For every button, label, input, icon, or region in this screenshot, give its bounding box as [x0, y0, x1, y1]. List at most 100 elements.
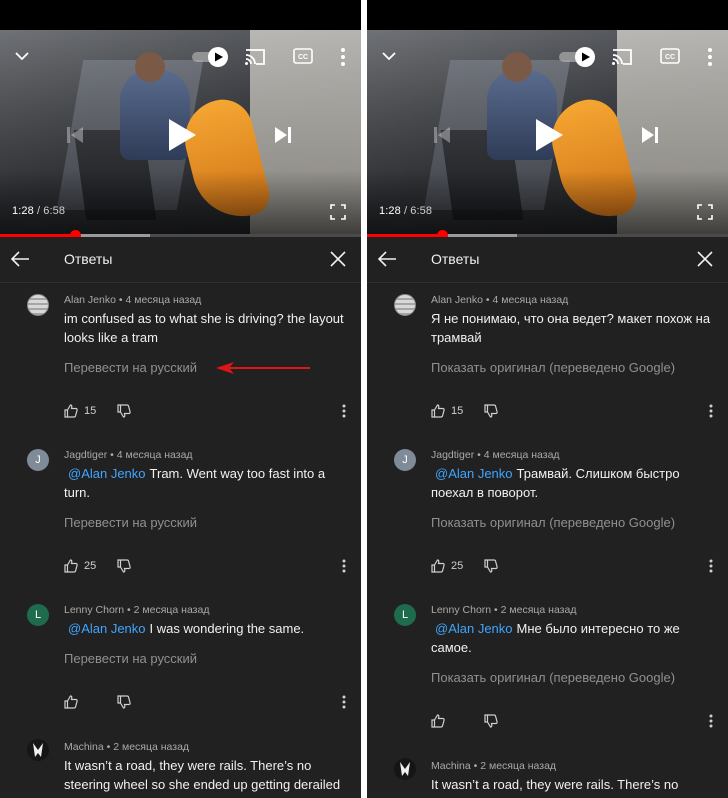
back-arrow-icon[interactable]	[10, 250, 30, 268]
time-duration: 6:58	[43, 205, 66, 217]
mention-link[interactable]: @Alan Jenko	[435, 621, 513, 636]
avatar[interactable]: L	[394, 604, 416, 626]
comment-author[interactable]: Alan Jenko	[431, 294, 483, 306]
comment-menu-icon[interactable]	[340, 404, 348, 418]
mention-link[interactable]: @Alan Jenko	[68, 621, 146, 636]
replies-title: Ответы	[431, 251, 480, 267]
comment-menu-icon[interactable]	[340, 695, 348, 709]
translate-link[interactable]: Перевести на русский	[64, 360, 197, 375]
thumbs-down-icon[interactable]	[117, 559, 131, 573]
comment-author[interactable]: Alan Jenko	[64, 294, 116, 306]
like-count: 15	[84, 405, 97, 417]
comment-meta: Machina • 2 месяца назад	[431, 760, 557, 772]
like-count: 25	[451, 560, 464, 572]
comment-author[interactable]: Lenny Chorn	[64, 604, 124, 616]
chevron-down-icon[interactable]	[14, 48, 30, 64]
thumbs-down-icon[interactable]	[117, 404, 131, 418]
comment-author[interactable]: Machina	[431, 760, 471, 772]
close-icon[interactable]	[696, 250, 714, 268]
avatar[interactable]	[394, 758, 416, 780]
comment-age: 2 месяца назад	[480, 760, 557, 772]
previous-icon[interactable]	[431, 124, 453, 146]
time-current: 1:28	[12, 205, 34, 217]
translate-link[interactable]: Перевести на русский	[64, 515, 197, 530]
thumbs-up-icon[interactable]	[64, 404, 78, 418]
autoplay-toggle-icon[interactable]	[559, 46, 597, 68]
show-original-link[interactable]: Показать оригинал (переведено Google)	[431, 360, 675, 375]
thumbs-up-icon[interactable]	[64, 695, 78, 709]
comment-meta: Machina • 2 месяца назад	[64, 741, 190, 753]
close-icon[interactable]	[329, 250, 347, 268]
thumbs-down-icon[interactable]	[117, 695, 131, 709]
comment-author[interactable]: Lenny Chorn	[431, 604, 491, 616]
thumbs-up-icon[interactable]	[431, 559, 445, 573]
next-icon[interactable]	[272, 124, 294, 146]
autoplay-toggle-icon[interactable]	[192, 46, 230, 68]
comment-meta: Jagdtiger • 4 месяца назад	[64, 449, 193, 461]
captions-icon[interactable]: CC	[660, 48, 680, 64]
more-vert-icon[interactable]	[336, 47, 350, 67]
avatar[interactable]	[27, 739, 49, 761]
comment-text: @Alan Jenko Мне было интересно то же само…	[431, 619, 716, 657]
comment-author[interactable]: Machina	[64, 741, 104, 753]
previous-icon[interactable]	[64, 124, 86, 146]
comment-author[interactable]: Jagdtiger	[431, 449, 474, 461]
cast-icon[interactable]	[611, 47, 633, 67]
comment-meta: Alan Jenko • 4 месяца назад	[64, 294, 202, 306]
chevron-down-icon[interactable]	[381, 48, 397, 64]
comment-text: It wasn’t a road, they were rails. There…	[431, 777, 679, 792]
status-bar	[367, 0, 728, 30]
next-icon[interactable]	[639, 124, 661, 146]
fullscreen-icon[interactable]	[330, 204, 346, 220]
time-current: 1:28	[379, 205, 401, 217]
avatar[interactable]	[27, 294, 49, 316]
show-original-link[interactable]: Показать оригинал (переведено Google)	[431, 670, 675, 685]
like-count: 15	[451, 405, 464, 417]
avatar[interactable]: L	[27, 604, 49, 626]
time-display: 1:28 / 6:58	[379, 205, 432, 217]
play-icon[interactable]	[533, 117, 565, 153]
time-duration: 6:58	[410, 205, 433, 217]
play-icon[interactable]	[166, 117, 198, 153]
avatar[interactable]	[394, 294, 416, 316]
thumbs-down-icon[interactable]	[484, 559, 498, 573]
comment-age: 4 месяца назад	[483, 449, 560, 461]
comment-age: 4 месяца назад	[492, 294, 569, 306]
thumbs-up-icon[interactable]	[431, 714, 445, 728]
annotation-arrow-icon	[216, 362, 310, 374]
screenshot-left: CC 1:28 / 6:58 Ответы Alan Jenko • 4 мес…	[0, 0, 361, 798]
comment-author[interactable]: Jagdtiger	[64, 449, 107, 461]
thumbs-down-icon[interactable]	[484, 404, 498, 418]
comment-age: 2 месяца назад	[113, 741, 190, 753]
back-arrow-icon[interactable]	[377, 250, 397, 268]
time-separator: /	[400, 205, 411, 217]
like-count: 25	[84, 560, 97, 572]
comment-meta: Lenny Chorn • 2 месяца назад	[64, 604, 210, 616]
machina-avatar-icon	[33, 743, 43, 757]
fullscreen-icon[interactable]	[697, 204, 713, 220]
cast-icon[interactable]	[244, 47, 266, 67]
comment-menu-icon[interactable]	[707, 559, 715, 573]
comment-menu-icon[interactable]	[340, 559, 348, 573]
video-player[interactable]: CC 1:28 / 6:58	[367, 0, 728, 236]
comment-menu-icon[interactable]	[707, 714, 715, 728]
mention-link[interactable]: @Alan Jenko	[435, 466, 513, 481]
avatar[interactable]: J	[394, 449, 416, 471]
comment-age: 4 месяца назад	[125, 294, 202, 306]
avatar[interactable]: J	[27, 449, 49, 471]
more-vert-icon[interactable]	[703, 47, 717, 67]
comment-menu-icon[interactable]	[707, 404, 715, 418]
captions-icon[interactable]: CC	[293, 48, 313, 64]
mention-link[interactable]: @Alan Jenko	[68, 466, 146, 481]
comment-text-content: I was wondering the same.	[149, 621, 305, 636]
show-original-link[interactable]: Показать оригинал (переведено Google)	[431, 515, 675, 530]
thumbs-down-icon[interactable]	[484, 714, 498, 728]
thumbs-up-icon[interactable]	[64, 559, 78, 573]
comment-text: @Alan Jenko Трамвай. Слишком быстро поеха…	[431, 464, 716, 502]
translate-link[interactable]: Перевести на русский	[64, 651, 197, 666]
thumbs-up-icon[interactable]	[431, 404, 445, 418]
svg-text:CC: CC	[298, 54, 308, 61]
comment-text: It wasn’t a road, they were rails. There…	[64, 758, 341, 792]
comment-age: 2 месяца назад	[133, 604, 210, 616]
video-player[interactable]: CC 1:28 / 6:58	[0, 0, 361, 236]
